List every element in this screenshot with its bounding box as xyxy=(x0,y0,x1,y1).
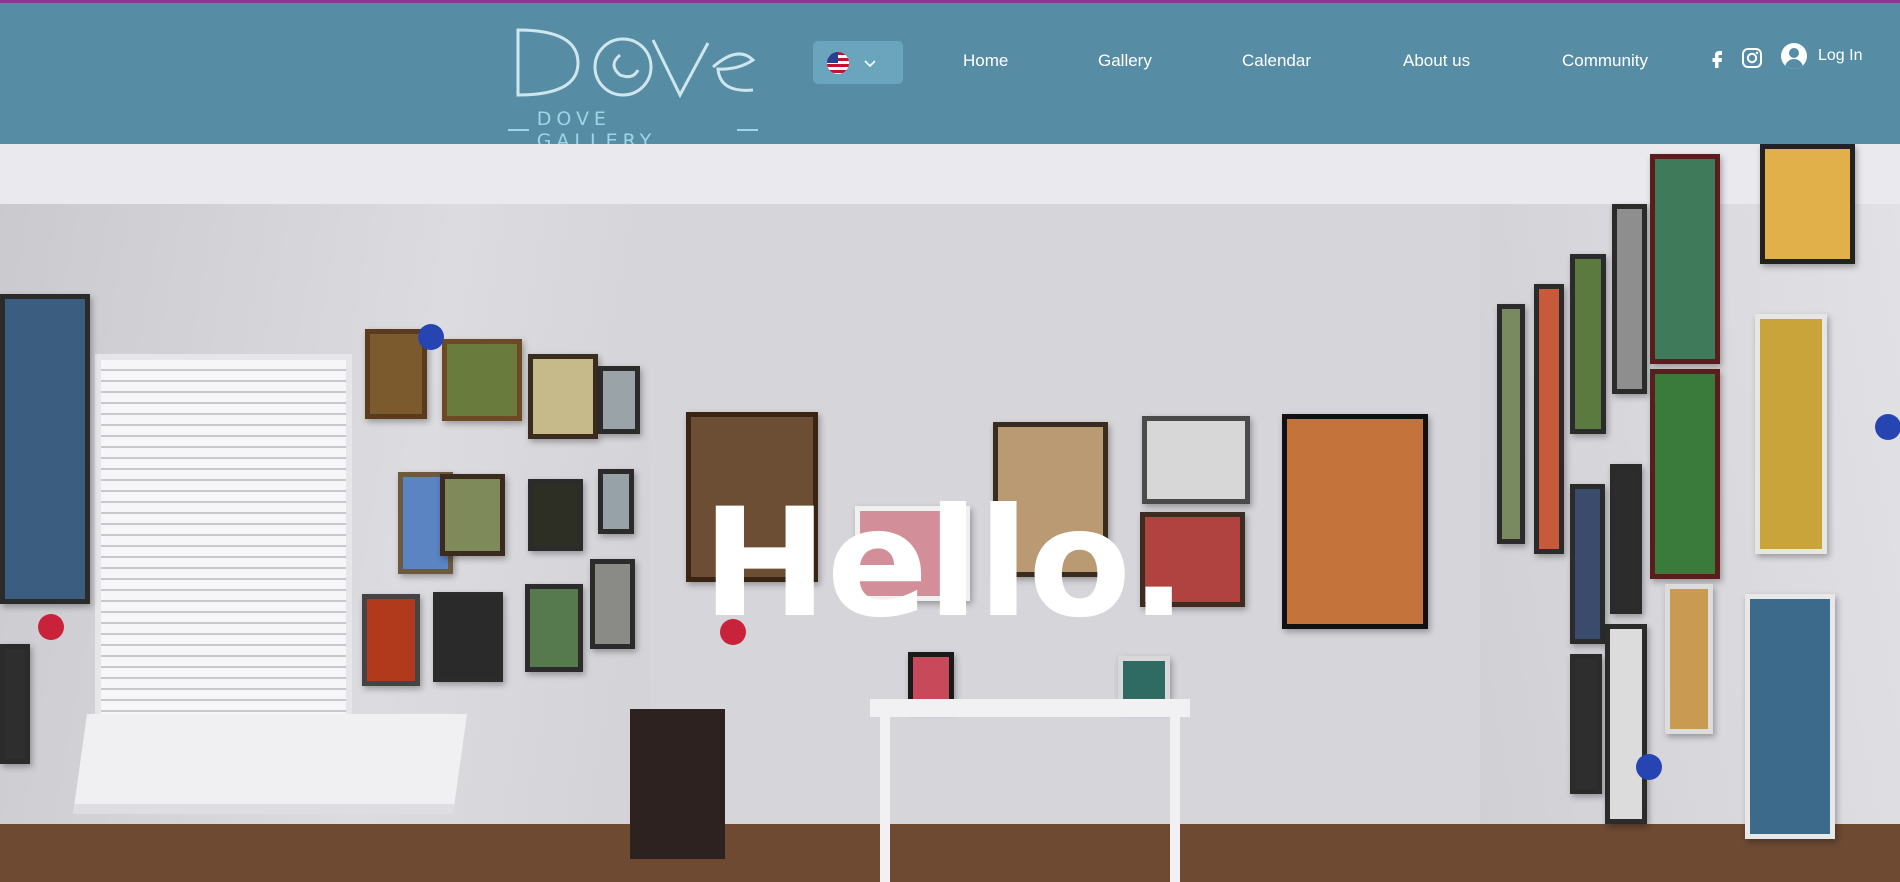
artwork xyxy=(1610,464,1642,614)
language-selector[interactable] xyxy=(813,41,903,84)
artwork xyxy=(1650,154,1720,364)
artwork xyxy=(1282,414,1428,629)
nav-home[interactable]: Home xyxy=(963,51,1008,71)
award-ribbon xyxy=(1636,754,1662,780)
artwork xyxy=(1755,314,1827,554)
artwork xyxy=(1745,594,1835,839)
wooden-stand xyxy=(630,709,725,859)
hero-gallery-image: Hello. xyxy=(0,144,1900,882)
artwork xyxy=(433,592,503,682)
artwork xyxy=(1570,254,1606,434)
artwork xyxy=(1760,144,1855,264)
artwork xyxy=(365,329,427,419)
artwork xyxy=(1534,284,1564,554)
logo-dash-left xyxy=(508,129,529,131)
facebook-icon[interactable] xyxy=(1706,47,1728,69)
artwork xyxy=(525,584,583,672)
artwork xyxy=(1650,369,1720,579)
artwork xyxy=(440,474,505,556)
award-ribbon xyxy=(418,324,444,350)
artwork xyxy=(442,339,522,421)
artwork xyxy=(1605,624,1647,824)
nav-gallery[interactable]: Gallery xyxy=(1098,51,1152,71)
site-header: DOVE GALLERY Home Gallery Calendar About… xyxy=(0,3,1900,152)
artwork xyxy=(590,559,635,649)
artwork xyxy=(528,354,598,439)
us-flag-icon xyxy=(827,51,849,74)
artwork xyxy=(1665,584,1713,734)
artwork xyxy=(0,294,90,604)
artwork xyxy=(528,479,583,551)
artwork xyxy=(1570,654,1602,794)
table-leg xyxy=(880,714,890,882)
artwork xyxy=(1612,204,1647,394)
login-label: Log In xyxy=(1818,47,1863,64)
dove-script-logo xyxy=(516,28,756,99)
artwork xyxy=(362,594,420,686)
artwork xyxy=(0,644,30,764)
chevron-down-icon xyxy=(864,59,876,67)
window-blinds xyxy=(95,354,352,736)
instagram-icon[interactable] xyxy=(1741,47,1763,69)
login-button[interactable]: Log In xyxy=(1781,43,1862,69)
nav-calendar[interactable]: Calendar xyxy=(1242,51,1311,71)
gallery-ceiling xyxy=(0,144,1900,204)
table-leg xyxy=(1170,714,1180,882)
artwork xyxy=(598,366,640,434)
award-ribbon xyxy=(1875,414,1900,440)
site-logo[interactable]: DOVE GALLERY xyxy=(508,25,758,152)
hero-title: Hello. xyxy=(702,477,1187,651)
gallery-floor xyxy=(0,824,1900,882)
award-ribbon xyxy=(38,614,64,640)
artwork xyxy=(1497,304,1525,544)
display-table-center xyxy=(870,699,1190,717)
display-table-left xyxy=(72,714,468,814)
nav-about-us[interactable]: About us xyxy=(1403,51,1470,71)
artwork xyxy=(598,469,634,534)
logo-dash-right xyxy=(737,129,758,131)
nav-community[interactable]: Community xyxy=(1562,51,1648,71)
user-avatar-icon xyxy=(1781,43,1807,69)
artwork xyxy=(1570,484,1605,644)
